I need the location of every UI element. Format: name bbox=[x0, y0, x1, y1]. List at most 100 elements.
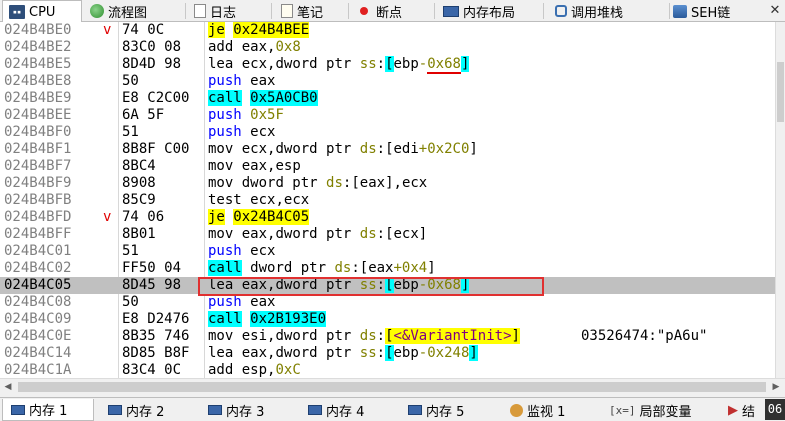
struct-icon: ▶ bbox=[728, 402, 738, 418]
operand-a: esp bbox=[241, 362, 268, 378]
address-cell: 024B4BE8 bbox=[4, 73, 72, 89]
bytes-cell: 74 0C bbox=[122, 22, 165, 38]
disasm-row[interactable]: 024B4BF1 8B8F C00 mov ecx,dword ptr ds:[ed… bbox=[0, 141, 775, 158]
disasm-instruction: je 0x24B4BEE bbox=[208, 22, 310, 39]
bytes-cell: 8D45 98 bbox=[122, 277, 182, 293]
memory-icon bbox=[108, 405, 122, 415]
tab-flowchart[interactable]: 流程图 bbox=[90, 0, 185, 22]
horizontal-scrollbar[interactable]: ◀ ▶ bbox=[0, 378, 785, 395]
disasm-row[interactable]: 024B4BF7 8BC4 mov eax,esp bbox=[0, 158, 775, 175]
tab-dump-4[interactable]: 内存 4 bbox=[300, 399, 395, 421]
disasm-row[interactable]: 024B4C0E 8B35 746 mov esi,dword ptr ds:[<&… bbox=[0, 328, 775, 345]
bytes-cell: 74 06 bbox=[122, 209, 165, 225]
operand-a: eax bbox=[241, 345, 268, 361]
bytes-cell: 8908 bbox=[122, 175, 156, 191]
close-tab-button[interactable]: ✕ bbox=[766, 2, 784, 20]
mnemonic: je bbox=[208, 22, 225, 38]
operand-a: ecx bbox=[241, 56, 268, 72]
segment: ds bbox=[334, 260, 352, 276]
operand-a: esi bbox=[241, 328, 268, 344]
size-prefix: dword ptr bbox=[250, 260, 335, 276]
operand-a: eax bbox=[250, 294, 276, 310]
disasm-instruction: lea ecx,dword ptr ss:[ebp-0x68] bbox=[208, 56, 470, 74]
disasm-row[interactable]: 024B4BFB 85C9 test ecx,ecx bbox=[0, 192, 775, 209]
segment-colon: : bbox=[351, 260, 360, 276]
tab-dump-1[interactable]: 内存 1 bbox=[2, 399, 94, 421]
tab-label: 内存 4 bbox=[326, 404, 365, 420]
size-prefix: dword ptr bbox=[275, 141, 360, 157]
operand-a: ecx bbox=[250, 124, 276, 140]
mnemonic: push bbox=[208, 73, 242, 89]
comment-cell: 03526474:"pA6u" bbox=[581, 328, 708, 344]
disasm-row[interactable]: 024B4C05 8D45 98 lea eax,dword ptr ss:[ebp… bbox=[0, 277, 775, 294]
disasm-instruction: add esp,0xC bbox=[208, 362, 301, 378]
disasm-row[interactable]: 024B4BE2 83C0 08 add eax,0x8 bbox=[0, 39, 775, 56]
offset-sign: - bbox=[418, 277, 428, 293]
disasm-instruction: mov eax,esp bbox=[208, 158, 301, 175]
tab-call-stack[interactable]: 调用堆栈 bbox=[555, 0, 665, 22]
breakpoint-icon bbox=[360, 7, 368, 15]
tab-watch-1[interactable]: 监视 1 bbox=[502, 399, 597, 421]
tab-struct[interactable]: ▶ 结 bbox=[722, 399, 762, 421]
tab-memory-map[interactable]: 内存布局 bbox=[443, 0, 543, 22]
tab-dump-5[interactable]: 内存 5 bbox=[400, 399, 495, 421]
vertical-scroll-thumb[interactable] bbox=[777, 62, 784, 122]
disasm-row[interactable]: 024B4BFF 8B01 mov eax,dword ptr ds:[ecx] bbox=[0, 226, 775, 243]
tab-divider bbox=[669, 3, 670, 19]
tab-dump-3[interactable]: 内存 3 bbox=[200, 399, 295, 421]
disasm-row[interactable]: 024B4BF0 51 push ecx bbox=[0, 124, 775, 141]
mnemonic: push bbox=[208, 294, 242, 310]
tab-label: 局部变量 bbox=[639, 404, 692, 420]
disasm-row[interactable]: 024B4C08 50 push eax bbox=[0, 294, 775, 311]
size-prefix: dword ptr bbox=[275, 328, 360, 344]
bracket-close: ] bbox=[469, 141, 478, 157]
operand-a: ecx bbox=[241, 141, 268, 157]
bytes-cell: FF50 04 bbox=[122, 260, 182, 276]
tab-breakpoints[interactable]: 断点 bbox=[357, 0, 437, 22]
tab-dump-2[interactable]: 内存 2 bbox=[100, 399, 195, 421]
tab-divider bbox=[348, 3, 349, 19]
tab-divider bbox=[543, 3, 544, 19]
mnemonic: mov bbox=[208, 226, 234, 242]
displacement: 0x68 bbox=[427, 277, 461, 293]
disasm-row[interactable]: 024B4C09 E8 D2476 call 0x2B193E0 bbox=[0, 311, 775, 328]
address-cell: 024B4C14 bbox=[4, 345, 72, 361]
disasm-row[interactable]: 024B4C14 8D85 B8F lea eax,dword ptr ss:[eb… bbox=[0, 345, 775, 362]
vertical-scrollbar[interactable] bbox=[775, 22, 785, 378]
disasm-row[interactable]: 024B4C02 FF50 04 call dword ptr ds:[eax+0x… bbox=[0, 260, 775, 277]
tab-notes[interactable]: 笔记 bbox=[281, 0, 351, 22]
scroll-right-arrow-icon[interactable]: ▶ bbox=[768, 379, 784, 395]
disasm-instruction: push eax bbox=[208, 73, 275, 90]
mnemonic: add bbox=[208, 39, 234, 55]
tab-label: 断点 bbox=[376, 5, 403, 21]
tab-locals[interactable]: [x=] 局部变量 bbox=[603, 399, 713, 421]
bytes-cell: 50 bbox=[122, 294, 139, 310]
tab-log[interactable]: 日志 bbox=[194, 0, 274, 22]
address-cell: 024B4BEE bbox=[4, 107, 72, 123]
tab-label: 内存 5 bbox=[426, 404, 465, 420]
horizontal-scroll-thumb[interactable] bbox=[18, 382, 766, 392]
tab-label: 笔记 bbox=[297, 5, 324, 21]
bracket-close: ] bbox=[511, 328, 520, 344]
bytes-cell: 83C4 0C bbox=[122, 362, 182, 378]
disasm-row[interactable]: 024B4BE8 50 push eax bbox=[0, 73, 775, 90]
disasm-row[interactable]: 024B4C1A 83C4 0C add esp,0xC bbox=[0, 362, 775, 378]
disasm-row[interactable]: 024B4BFD v 74 06 je 0x24B4C05 bbox=[0, 209, 775, 226]
disasm-row[interactable]: 024B4BF9 8908 mov dword ptr ds:[eax],ecx bbox=[0, 175, 775, 192]
tab-seh-chain[interactable]: SEH链 bbox=[673, 0, 763, 22]
disassembly-view[interactable]: 024B4BE0 v 74 0C je 0x24B4BEE 024B4BE2 83C0 0… bbox=[0, 22, 775, 378]
segment-colon: : bbox=[376, 141, 386, 157]
disasm-row[interactable]: 024B4BE5 8D4D 98 lea ecx,dword ptr ss:[ebp… bbox=[0, 56, 775, 74]
scroll-left-arrow-icon[interactable]: ◀ bbox=[0, 379, 16, 395]
operand-a: ecx bbox=[250, 192, 276, 208]
disasm-instruction: add eax,0x8 bbox=[208, 39, 301, 56]
disasm-row[interactable]: 024B4BE9 E8 C2C00 call 0x5A0CB0 bbox=[0, 90, 775, 107]
tab-cpu[interactable]: ▪▪ CPU bbox=[2, 0, 82, 23]
disasm-row[interactable]: 024B4C01 51 push ecx bbox=[0, 243, 775, 260]
displacement: 0x4 bbox=[401, 260, 428, 276]
branch-target: 0x2B193E0 bbox=[250, 311, 327, 327]
bracket-close: ] bbox=[469, 345, 478, 361]
disasm-row[interactable]: 024B4BE0 v 74 0C je 0x24B4BEE bbox=[0, 22, 775, 39]
displacement: 0x68 bbox=[427, 56, 461, 74]
disasm-row[interactable]: 024B4BEE 6A 5F push 0x5F bbox=[0, 107, 775, 124]
